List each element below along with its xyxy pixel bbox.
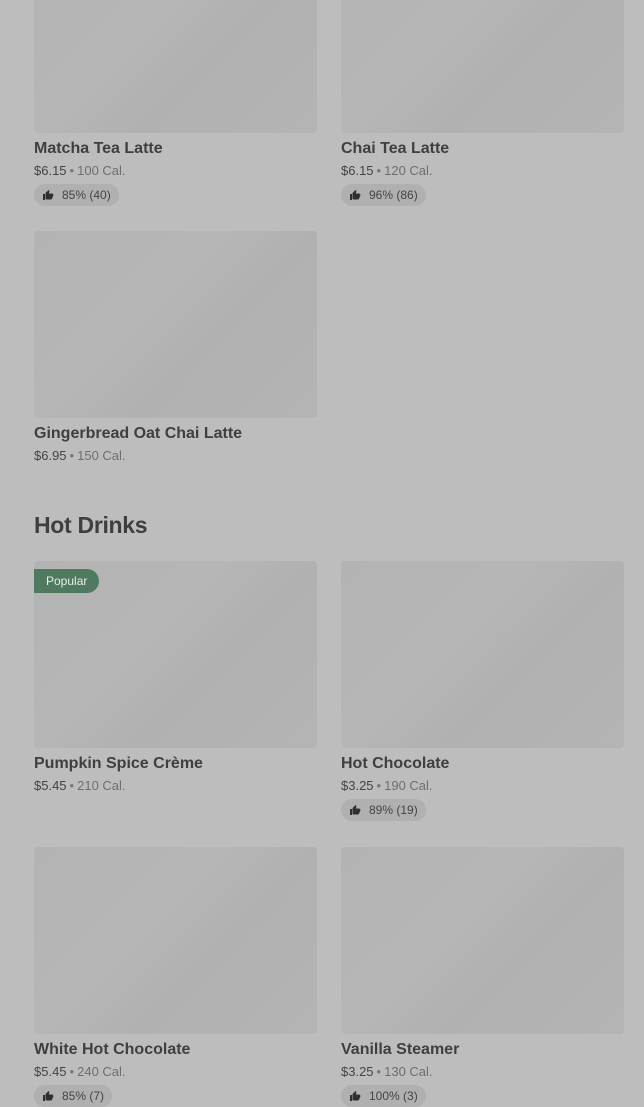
section-title-hot-drinks: Hot Drinks [34,512,148,538]
rating-pill: 85% (7) [34,1085,113,1107]
item-name[interactable]: Vanilla Steamer [341,1041,624,1059]
popular-badge: Popular [34,569,100,593]
menu-item-card[interactable]: Popular Pumpkin Spice Crème $5.45 • 210 Ca… [34,561,317,794]
separator: • [69,1064,75,1079]
item-calories: 150 Cal. [77,448,126,463]
item-price: $5.45 [34,778,67,793]
item-image[interactable] [341,0,624,133]
thumbs-up-icon [350,805,361,815]
item-image[interactable] [341,561,624,748]
rating-pill: 96% (86) [341,184,426,206]
item-calories: 190 Cal. [384,778,433,793]
item-image[interactable] [34,0,317,133]
item-image[interactable] [341,847,624,1034]
rating-text: 85% (40) [62,188,111,202]
rating-pill: 100% (3) [341,1085,426,1107]
item-meta: $6.95 • 150 Cal. [34,448,317,464]
item-name[interactable]: White Hot Chocolate [34,1041,317,1059]
rating-pill: 89% (19) [341,799,426,821]
item-meta: $6.15 • 100 Cal. [34,163,317,179]
separator: • [69,778,75,793]
thumbs-up-icon [350,190,361,200]
item-meta: $5.45 • 210 Cal. [34,778,317,794]
menu-item-card[interactable]: Vanilla Steamer $3.25 • 130 Cal. 100% (3) [341,847,624,1107]
item-price: $6.95 [34,448,67,463]
item-image[interactable]: Popular [34,561,317,748]
item-price: $6.15 [341,163,374,178]
item-calories: 120 Cal. [384,163,433,178]
menu-item-card[interactable]: Gingerbread Oat Chai Latte $6.95 • 150 Cal… [34,231,317,464]
item-calories: 210 Cal. [77,778,126,793]
thumbs-up-icon [43,1091,54,1101]
item-image[interactable] [34,231,317,418]
item-calories: 100 Cal. [77,163,126,178]
item-calories: 130 Cal. [384,1064,433,1079]
item-price: $3.25 [341,778,374,793]
thumbs-up-icon [43,190,54,200]
rating-text: 96% (86) [369,188,418,202]
item-name[interactable]: Gingerbread Oat Chai Latte [34,425,317,443]
item-meta: $3.25 • 130 Cal. [341,1064,624,1080]
menu-item-card[interactable]: White Hot Chocolate $5.45 • 240 Cal. 85% (… [34,847,317,1107]
item-image[interactable] [34,847,317,1034]
item-price: $5.45 [34,1064,67,1079]
separator: • [69,163,75,178]
item-meta: $3.25 • 190 Cal. [341,778,624,794]
item-price: $3.25 [341,1064,374,1079]
menu-item-card[interactable]: Chai Tea Latte $6.15 • 120 Cal. 96% (86) [341,0,624,206]
item-meta: $5.45 • 240 Cal. [34,1064,317,1080]
rating-text: 89% (19) [369,803,418,817]
item-price: $6.15 [34,163,67,178]
menu-page: Matcha Tea Latte $6.15 • 100 Cal. 85% (40)… [0,0,644,1107]
thumbs-up-icon [350,1091,361,1101]
menu-item-card[interactable]: Hot Chocolate $3.25 • 190 Cal. 89% (19) [341,561,624,821]
rating-text: 85% (7) [62,1089,105,1103]
separator: • [69,448,75,463]
rating-text: 100% (3) [369,1089,418,1103]
item-meta: $6.15 • 120 Cal. [341,163,624,179]
menu-item-card[interactable]: Matcha Tea Latte $6.15 • 100 Cal. 85% (40) [34,0,317,206]
separator: • [376,1064,382,1079]
separator: • [376,778,382,793]
rating-pill: 85% (40) [34,184,119,206]
item-name[interactable]: Chai Tea Latte [341,140,624,158]
item-name[interactable]: Matcha Tea Latte [34,140,317,158]
item-calories: 240 Cal. [77,1064,126,1079]
separator: • [376,163,382,178]
item-name[interactable]: Hot Chocolate [341,755,624,773]
item-name[interactable]: Pumpkin Spice Crème [34,755,317,773]
